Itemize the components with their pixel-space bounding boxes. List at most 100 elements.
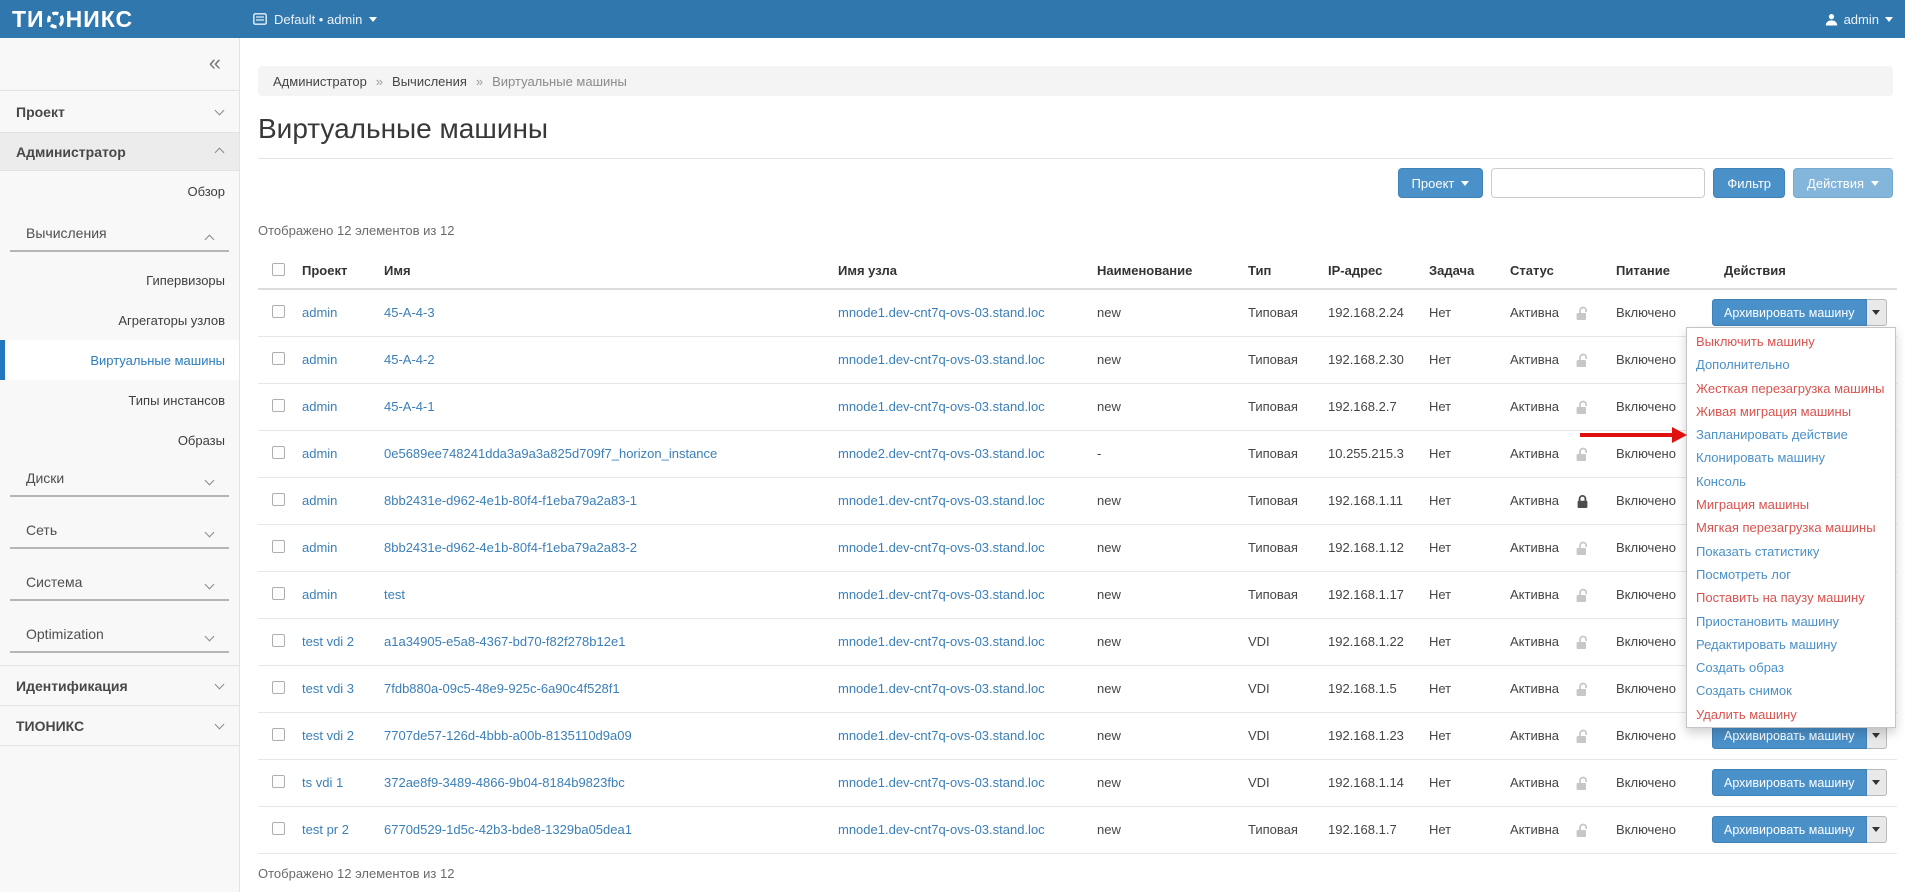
sidebar-item-overview[interactable]: Обзор xyxy=(0,170,239,212)
project-link[interactable]: admin xyxy=(302,493,337,508)
row-checkbox[interactable] xyxy=(272,634,285,647)
sidebar-group-optimization[interactable]: Optimization xyxy=(10,601,229,653)
tionix-logo[interactable]: ТИ НИКС xyxy=(12,0,133,38)
project-link[interactable]: admin xyxy=(302,305,337,320)
vm-name-link[interactable]: 7707de57-126d-4bbb-a00b-8135110d9a09 xyxy=(384,728,632,743)
sidebar-item-virtual-machines[interactable]: Виртуальные машины xyxy=(0,340,239,380)
context-switcher[interactable]: Default • admin xyxy=(253,0,377,38)
action-menu-item[interactable]: Редактировать машину xyxy=(1687,633,1895,656)
action-menu-item[interactable]: Показать статистику xyxy=(1687,540,1895,563)
sidebar-item-project[interactable]: Проект xyxy=(0,90,239,133)
project-link[interactable]: test vdi 3 xyxy=(302,681,354,696)
action-menu-item[interactable]: Клонировать машину xyxy=(1687,446,1895,469)
breadcrumb-compute[interactable]: Вычисления xyxy=(392,74,467,89)
host-link[interactable]: mnode1.dev-cnt7q-ovs-03.stand.loc xyxy=(838,540,1045,555)
vm-name-link[interactable]: 6770d529-1d5c-42b3-bde8-1329ba05dea1 xyxy=(384,822,632,837)
action-menu-item[interactable]: Выключить машину xyxy=(1687,330,1895,353)
row-checkbox[interactable] xyxy=(272,822,285,835)
host-link[interactable]: mnode1.dev-cnt7q-ovs-03.stand.loc xyxy=(838,728,1045,743)
archive-vm-button[interactable]: Архивировать машину xyxy=(1712,769,1867,796)
action-menu-item[interactable]: Живая миграция машины xyxy=(1687,400,1895,423)
actions-button[interactable]: Действия xyxy=(1793,168,1893,198)
vm-name-link[interactable]: test xyxy=(384,587,405,602)
row-actions-caret-button[interactable] xyxy=(1867,816,1887,843)
column-header-type[interactable]: Тип xyxy=(1244,253,1324,289)
sidebar-collapse-button[interactable]: « xyxy=(209,50,221,76)
project-link[interactable]: admin xyxy=(302,587,337,602)
sidebar-item-administrator[interactable]: Администратор xyxy=(0,133,239,170)
row-checkbox[interactable] xyxy=(272,305,285,318)
sidebar-item-host-aggregates[interactable]: Агрегаторы узлов xyxy=(0,300,239,340)
sidebar-group-system[interactable]: Система xyxy=(10,549,229,601)
action-menu-item[interactable]: Поставить на паузу машину xyxy=(1687,586,1895,609)
vm-name-link[interactable]: 45-A-4-3 xyxy=(384,305,435,320)
vm-name-link[interactable]: 0e5689ee748241dda3a9a3a825d709f7_horizon… xyxy=(384,446,717,461)
host-link[interactable]: mnode1.dev-cnt7q-ovs-03.stand.loc xyxy=(838,775,1045,790)
select-all-checkbox[interactable] xyxy=(272,263,285,276)
sidebar-item-images[interactable]: Образы xyxy=(0,420,239,460)
vm-name-link[interactable]: a1a34905-e5a8-4367-bd70-f82f278b12e1 xyxy=(384,634,625,649)
column-header-label[interactable]: Наименование xyxy=(1093,253,1244,289)
column-header-host[interactable]: Имя узла xyxy=(834,253,1093,289)
filter-button[interactable]: Фильтр xyxy=(1713,168,1785,198)
action-menu-item[interactable]: Удалить машину xyxy=(1687,703,1895,726)
action-menu-item[interactable]: Создать снимок xyxy=(1687,679,1895,702)
project-link[interactable]: admin xyxy=(302,352,337,367)
row-checkbox[interactable] xyxy=(272,493,285,506)
vm-name-link[interactable]: 372ae8f9-3489-4866-9b04-8184b9823fbc xyxy=(384,775,625,790)
sidebar-item-identity[interactable]: Идентификация xyxy=(0,665,239,705)
project-link[interactable]: test pr 2 xyxy=(302,822,349,837)
project-link[interactable]: test vdi 2 xyxy=(302,634,354,649)
project-link[interactable]: ts vdi 1 xyxy=(302,775,343,790)
column-header-status[interactable]: Статус xyxy=(1506,253,1571,289)
vm-name-link[interactable]: 8bb2431e-d962-4e1b-80f4-f1eba79a2a83-2 xyxy=(384,540,637,555)
vm-name-link[interactable]: 45-A-4-2 xyxy=(384,352,435,367)
column-header-task[interactable]: Задача xyxy=(1425,253,1506,289)
project-link[interactable]: admin xyxy=(302,446,337,461)
archive-vm-button[interactable]: Архивировать машину xyxy=(1712,816,1867,843)
column-header-project[interactable]: Проект xyxy=(298,253,380,289)
vm-name-link[interactable]: 7fdb880a-09c5-48e9-925c-6a90c4f528f1 xyxy=(384,681,620,696)
sidebar-item-tionix[interactable]: ТИОНИКС xyxy=(0,705,239,746)
row-checkbox[interactable] xyxy=(272,352,285,365)
host-link[interactable]: mnode1.dev-cnt7q-ovs-03.stand.loc xyxy=(838,305,1045,320)
row-checkbox[interactable] xyxy=(272,728,285,741)
row-checkbox[interactable] xyxy=(272,681,285,694)
host-link[interactable]: mnode1.dev-cnt7q-ovs-03.stand.loc xyxy=(838,352,1045,367)
search-input[interactable] xyxy=(1491,168,1705,198)
column-header-ip[interactable]: IP-адрес xyxy=(1324,253,1425,289)
vm-name-link[interactable]: 45-A-4-1 xyxy=(384,399,435,414)
host-link[interactable]: mnode1.dev-cnt7q-ovs-03.stand.loc xyxy=(838,587,1045,602)
project-link[interactable]: test vdi 2 xyxy=(302,728,354,743)
column-header-power[interactable]: Питание xyxy=(1612,253,1704,289)
row-checkbox[interactable] xyxy=(272,587,285,600)
vm-name-link[interactable]: 8bb2431e-d962-4e1b-80f4-f1eba79a2a83-1 xyxy=(384,493,637,508)
row-actions-caret-button[interactable] xyxy=(1867,299,1887,326)
host-link[interactable]: mnode1.dev-cnt7q-ovs-03.stand.loc xyxy=(838,634,1045,649)
action-menu-item[interactable]: Посмотреть лог xyxy=(1687,563,1895,586)
action-menu-item[interactable]: Дополнительно xyxy=(1687,353,1895,376)
action-menu-item[interactable]: Жесткая перезагрузка машины xyxy=(1687,377,1895,400)
action-menu-item[interactable]: Мягкая перезагрузка машины xyxy=(1687,516,1895,539)
project-link[interactable]: admin xyxy=(302,399,337,414)
host-link[interactable]: mnode1.dev-cnt7q-ovs-03.stand.loc xyxy=(838,493,1045,508)
archive-vm-button[interactable]: Архивировать машину xyxy=(1712,299,1867,326)
sidebar-item-flavors[interactable]: Типы инстансов xyxy=(0,380,239,420)
project-filter-button[interactable]: Проект xyxy=(1398,168,1484,198)
column-header-name[interactable]: Имя xyxy=(380,253,834,289)
row-checkbox[interactable] xyxy=(272,775,285,788)
user-menu[interactable]: admin xyxy=(1825,0,1893,38)
host-link[interactable]: mnode1.dev-cnt7q-ovs-03.stand.loc xyxy=(838,399,1045,414)
sidebar-group-compute[interactable]: Вычисления xyxy=(10,212,229,252)
sidebar-item-hypervisors[interactable]: Гипервизоры xyxy=(0,260,239,300)
host-link[interactable]: mnode1.dev-cnt7q-ovs-03.stand.loc xyxy=(838,681,1045,696)
action-menu-item[interactable]: Приостановить машину xyxy=(1687,610,1895,633)
host-link[interactable]: mnode1.dev-cnt7q-ovs-03.stand.loc xyxy=(838,822,1045,837)
row-checkbox[interactable] xyxy=(272,446,285,459)
project-link[interactable]: admin xyxy=(302,540,337,555)
row-checkbox[interactable] xyxy=(272,540,285,553)
action-menu-item[interactable]: Миграция машины xyxy=(1687,493,1895,516)
sidebar-group-network[interactable]: Сеть xyxy=(10,497,229,549)
breadcrumb-administrator[interactable]: Администратор xyxy=(273,74,367,89)
action-menu-item[interactable]: Консоль xyxy=(1687,470,1895,493)
